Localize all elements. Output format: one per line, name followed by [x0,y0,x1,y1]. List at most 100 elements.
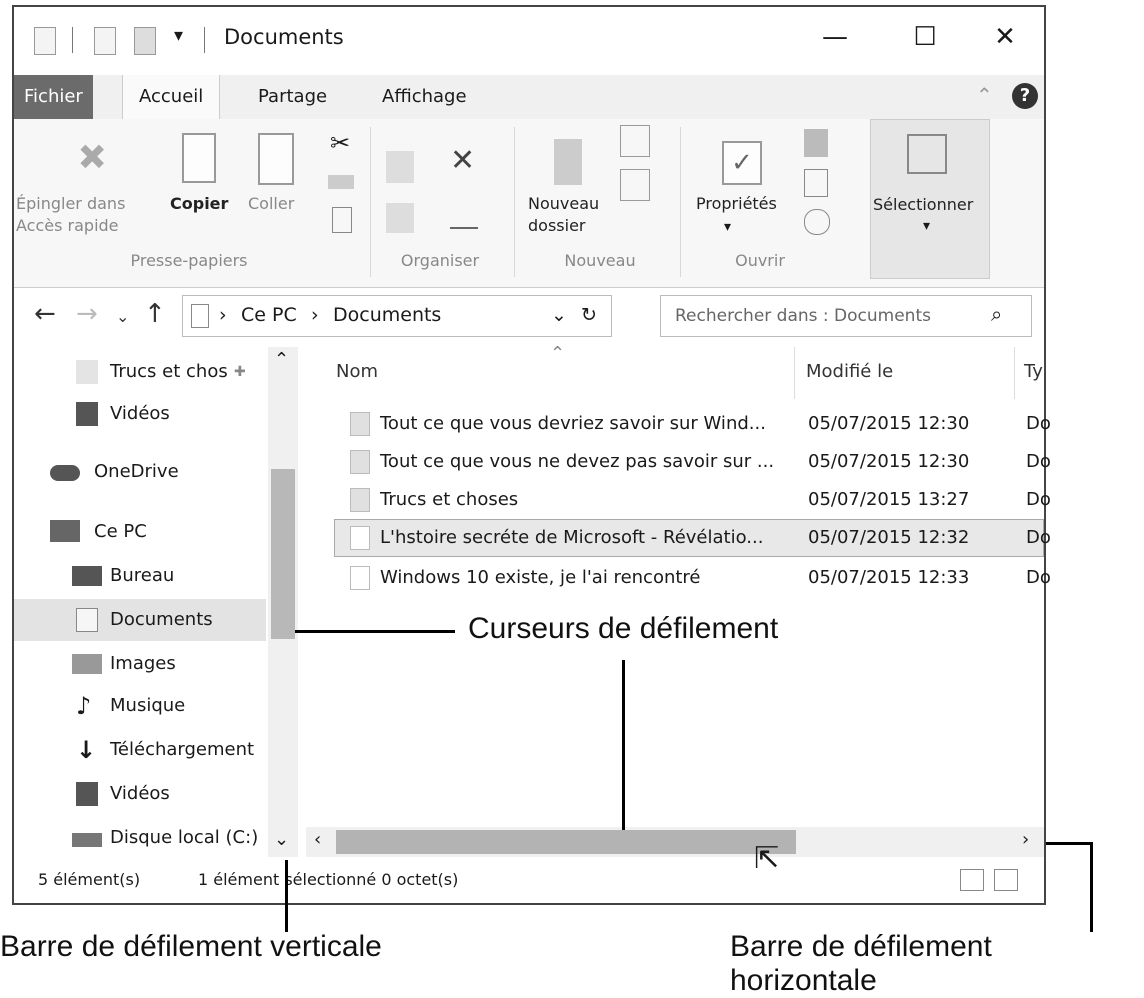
column-modified[interactable]: Modifié le [806,361,893,382]
qat-separator [204,27,205,53]
edit-icon[interactable] [804,169,828,197]
refresh-icon[interactable]: ↻ [581,304,597,326]
copy-button[interactable]: Copier [170,193,228,215]
sidebar-item-label: Vidéos [110,403,170,424]
paste-button[interactable]: Coller [248,193,294,215]
tiles-view-icon[interactable] [994,869,1018,891]
file-date: 05/07/2015 12:30 [808,413,970,434]
pin-icon: ✚ [65,132,117,183]
download-icon: ↓ [76,736,97,764]
music-icon: ♪ [76,692,92,720]
address-dropdown-icon[interactable]: ⌄ [551,304,567,326]
rename-icon[interactable] [450,207,478,229]
horizontal-scroll-thumb[interactable] [336,830,796,854]
search-icon[interactable]: ⌕ [991,302,1002,326]
cut-icon[interactable]: ✂ [330,129,350,157]
column-divider[interactable] [794,347,795,399]
sidebar-item-label: Bureau [110,565,175,586]
easy-access-icon[interactable] [620,169,650,201]
qat-dropdown-icon[interactable]: ▾ [174,25,183,46]
callout-line [1046,842,1092,845]
tab-fichier[interactable]: Fichier [14,75,93,119]
horizontal-scrollbar[interactable]: ‹ › [306,827,1044,857]
collapse-ribbon-icon[interactable]: ⌃ [976,83,993,107]
folder-qat-icon[interactable] [134,27,156,55]
file-row[interactable]: Trucs et choses 05/07/2015 13:27 Do [334,481,1051,519]
search-box[interactable]: Rechercher dans : Documents ⌕ [660,295,1032,337]
close-button[interactable]: ✕ [982,17,1028,57]
sidebar-item-trucs[interactable]: Trucs et chos ✚ [14,351,266,393]
sidebar-item-ce-pc[interactable]: Ce PC [14,511,266,553]
sidebar-item-telechargement[interactable]: ↓ Téléchargement [14,729,266,771]
column-type[interactable]: Ty [1024,361,1043,382]
breadcrumb-separator: › [311,304,319,326]
properties-icon: ✓ [722,141,762,185]
minimize-button[interactable]: — [812,17,858,57]
forward-arrow-icon[interactable]: → [76,299,98,329]
search-placeholder: Rechercher dans : Documents [675,306,931,326]
details-view-icon[interactable] [960,869,984,891]
up-arrow-icon[interactable]: ↑ [144,299,166,329]
select-button[interactable]: Sélectionner ▾ [870,119,990,279]
file-row[interactable]: Tout ce que vous devriez savoir sur Wind… [334,405,1051,443]
paste-shortcut-icon[interactable] [332,207,352,233]
status-bar: 5 élément(s) 1 élément sélectionné 0 oct… [14,857,1044,903]
tab-partage[interactable]: Partage [242,75,343,119]
copy-to-icon[interactable] [386,203,414,233]
pin-quick-access-button[interactable]: Épingler dans Accès rapide [16,193,125,237]
new-folder-button[interactable]: Nouveau dossier [528,193,599,237]
scroll-left-icon[interactable]: ‹ [314,829,321,850]
checkbox-qat-icon[interactable] [94,27,116,55]
scroll-right-icon[interactable]: › [1022,829,1029,850]
open-icon[interactable] [804,129,828,157]
copy-path-icon[interactable] [328,175,354,189]
properties-qat-icon[interactable] [34,27,56,55]
scroll-down-icon[interactable]: ⌄ [274,829,289,850]
computer-icon [50,520,80,542]
back-arrow-icon[interactable]: ← [34,299,56,329]
folder-icon [76,360,98,384]
properties-button[interactable]: Propriétés [696,193,777,215]
callout-vertical-bar: Barre de défilement verticale [0,930,382,963]
file-icon [350,488,370,512]
vertical-scroll-thumb[interactable] [271,469,295,639]
sidebar-item-disque-c[interactable]: Disque local (C:) [14,817,266,859]
address-bar[interactable]: › Ce PC › Documents ⌄ ↻ [182,295,612,337]
breadcrumb-ce-pc[interactable]: Ce PC [241,304,297,326]
sidebar-item-videos[interactable]: Vidéos [14,393,266,435]
maximize-button[interactable]: ☐ [902,17,948,57]
file-row-selected[interactable]: L'hstoire secréte de Microsoft - Révélat… [334,519,1051,557]
breadcrumb-separator: › [219,304,227,326]
move-to-icon[interactable] [386,151,414,183]
sidebar-item-images[interactable]: Images [14,643,266,685]
column-divider[interactable] [1014,347,1015,399]
properties-dropdown-icon[interactable]: ▾ [724,219,731,235]
sidebar-item-label: Téléchargement [110,739,255,760]
sidebar-item-label: Disque local (C:) [110,827,259,848]
breadcrumb-documents[interactable]: Documents [333,304,441,326]
tab-affichage[interactable]: Affichage [366,75,483,119]
scroll-up-icon[interactable]: ⌃ [274,349,289,370]
file-type: Do [1026,527,1051,548]
new-item-icon[interactable] [620,125,650,157]
help-icon[interactable]: ? [1012,83,1038,109]
file-row[interactable]: Windows 10 existe, je l'ai rencontré 05/… [334,559,1051,597]
history-icon[interactable] [804,209,830,235]
sidebar-item-musique[interactable]: ♪ Musique [14,685,266,727]
recent-dropdown-icon[interactable]: ⌄ [116,307,129,326]
sidebar-item-onedrive[interactable]: OneDrive [14,451,266,493]
delete-icon[interactable]: ✕ [450,143,475,178]
sidebar-item-bureau[interactable]: Bureau [14,555,266,597]
column-name[interactable]: Nom [336,361,378,382]
tab-accueil[interactable]: Accueil [122,75,221,119]
document-icon [191,304,209,328]
callout-line [622,660,625,830]
file-type: Do [1026,567,1051,588]
vertical-scrollbar[interactable]: ⌃ ⌄ [268,347,298,857]
new-folder-label-line2: dossier [528,216,586,235]
pin-label-line1: Épingler dans [16,194,126,213]
file-date: 05/07/2015 12:32 [808,527,970,548]
file-row[interactable]: Tout ce que vous ne devez pas savoir sur… [334,443,1051,481]
sidebar-item-documents[interactable]: Documents [14,599,266,641]
sidebar-item-videos-2[interactable]: Vidéos [14,773,266,815]
